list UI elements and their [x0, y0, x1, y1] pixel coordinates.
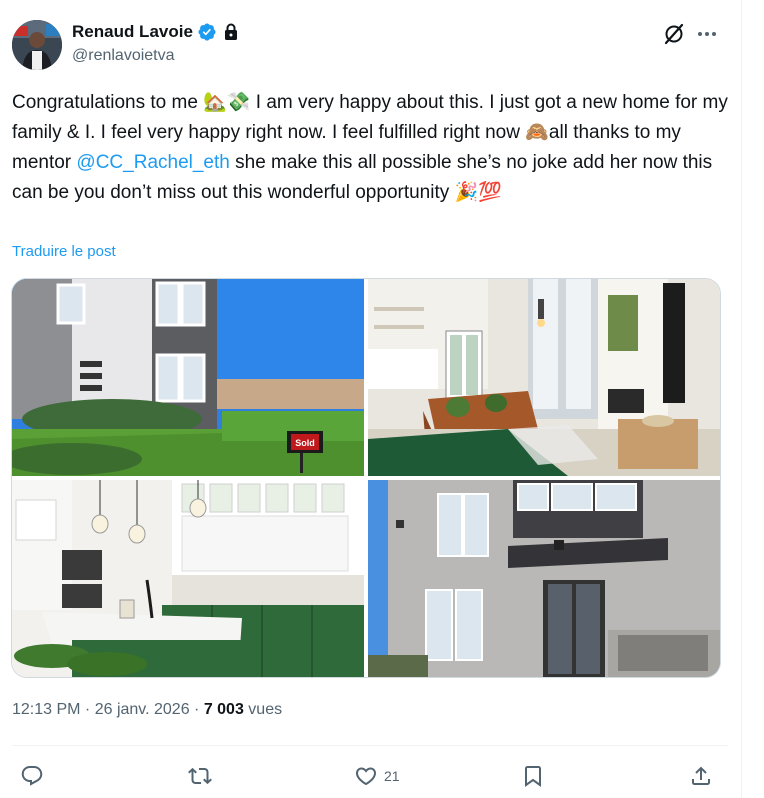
share-icon — [692, 766, 710, 785]
tweet-header: Renaud Lavoie @renlavoietva — [12, 16, 728, 72]
hundred-emoji: 💯 — [478, 182, 502, 203]
avatar[interactable] — [12, 20, 62, 70]
tweet-text: Congratulations to me 🏡💸 I am very happy… — [12, 88, 728, 208]
photo-living-room[interactable] — [368, 279, 720, 476]
like-count: 21 — [384, 768, 400, 784]
post-time[interactable]: 12:13 PM — [12, 701, 80, 718]
bookmark-button[interactable] — [521, 757, 545, 795]
media-grid: Sold — [11, 278, 721, 678]
author-names: Renaud Lavoie @renlavoietva — [72, 20, 239, 65]
monkey-emoji: 🙈 — [525, 122, 549, 143]
column-border — [741, 0, 742, 798]
tweet-text-segment: Congratulations to me — [12, 92, 204, 113]
house-emoji: 🏡 — [203, 92, 227, 113]
photo-kitchen[interactable] — [12, 480, 364, 677]
share-button[interactable] — [689, 757, 713, 795]
like-button[interactable]: 21 — [354, 757, 400, 795]
money-emoji: 💸 — [226, 92, 251, 113]
author-handle[interactable]: @renlavoietva — [72, 47, 239, 65]
views-label: vues — [243, 701, 283, 718]
photo-house-back[interactable] — [368, 480, 720, 677]
views-count: 7 003 — [203, 701, 244, 718]
meta-separator: · — [80, 701, 95, 718]
post-date[interactable]: 26 janv. 2026 — [95, 701, 190, 718]
actions-divider — [12, 745, 728, 746]
retweet-button[interactable] — [188, 757, 212, 795]
photo-house-exterior[interactable]: Sold — [12, 279, 364, 476]
meta-separator: · — [189, 701, 204, 718]
sold-sign-text: Sold — [295, 438, 315, 448]
author-display-name[interactable]: Renaud Lavoie — [72, 22, 193, 42]
lock-icon — [224, 23, 237, 40]
verified-badge-icon — [198, 23, 216, 41]
party-emoji: 🎉 — [454, 182, 479, 203]
reply-button[interactable] — [20, 757, 44, 795]
reply-icon — [21, 766, 43, 786]
heart-icon — [355, 767, 377, 786]
tweet-meta: 12:13 PM · 26 janv. 2026 · 7 003 vues — [12, 701, 282, 719]
bookmark-icon — [525, 766, 541, 787]
retweet-icon — [188, 767, 212, 785]
mention-link[interactable]: @CC_Rachel_eth — [76, 152, 229, 173]
grok-icon[interactable] — [662, 22, 686, 46]
action-bar: 21 — [12, 757, 728, 795]
translate-link[interactable]: Traduire le post — [12, 243, 116, 260]
more-options-icon[interactable] — [695, 22, 719, 46]
